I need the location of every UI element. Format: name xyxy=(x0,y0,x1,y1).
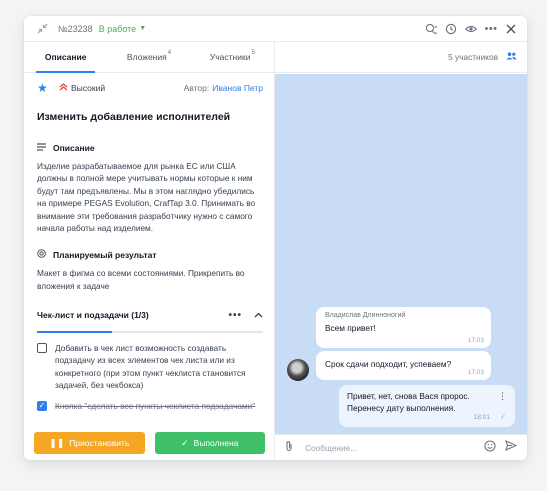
checklist-item-text[interactable]: Добавить в чек лист возможность создават… xyxy=(55,342,263,391)
task-window: №23238 В работе ▼ ••• Описание Вложения … xyxy=(24,16,527,460)
checkbox[interactable] xyxy=(37,343,47,354)
checklist-item: Добавить в чек лист возможность создават… xyxy=(37,342,263,391)
checklist-item: ✓ Кнопка "сделать все пункты чеклиста по… xyxy=(37,400,263,413)
action-buttons: ❚❚ Приостановить ✓ Выполнена xyxy=(24,432,275,460)
checklist-item-text[interactable]: Кнопка "сделать все пункты чеклиста подз… xyxy=(55,400,263,413)
tab-participants[interactable]: Участники 5 xyxy=(191,42,274,72)
message-text: Срок сдачи подходит, успеваем? xyxy=(325,359,452,369)
message-list[interactable]: Владислав Длинноногий Всем привет! 17:03… xyxy=(275,74,527,434)
chat-header: 5 участников xyxy=(275,42,527,73)
tab-description[interactable]: Описание xyxy=(24,42,107,73)
message-bubble-own[interactable]: Привет, нет, снова Вася пророс. Перенесу… xyxy=(339,385,515,427)
message-input[interactable]: Сообщение... xyxy=(305,443,357,453)
result-heading: Планируемый результат xyxy=(37,246,263,263)
people-icon[interactable] xyxy=(506,52,517,62)
chat-bubbles-icon[interactable] xyxy=(425,23,437,35)
message-time: 17:03 xyxy=(467,337,484,344)
tab-count: 5 xyxy=(251,50,255,56)
top-bar: №23238 В работе ▼ ••• xyxy=(24,16,527,42)
status-dropdown[interactable]: В работе xyxy=(99,24,137,34)
text-lines-icon xyxy=(37,142,48,153)
tab-label: Вложения xyxy=(126,52,167,62)
star-icon[interactable]: ★ xyxy=(37,81,51,95)
more-icon[interactable]: ••• xyxy=(228,310,242,321)
avatar[interactable] xyxy=(287,359,309,381)
checklist-title: Чек-лист и подзадачи (1/3) xyxy=(37,310,149,321)
message-bubble[interactable]: Владислав Длинноногий Всем привет! 17:03 xyxy=(316,307,491,348)
checkmark-icon: ✓ xyxy=(181,437,189,448)
complete-label: Выполнена xyxy=(193,438,239,448)
more-icon[interactable]: ••• xyxy=(484,23,497,35)
author-link[interactable]: Иванов Петр xyxy=(212,83,263,93)
task-meta: ★ Высокий Автор: Иванов Петр xyxy=(37,74,263,101)
message-sender: Владислав Длинноногий xyxy=(325,312,406,319)
message-bubble[interactable]: Срок сдачи подходит, успеваем? 17:03 xyxy=(316,351,491,380)
emoji-icon[interactable] xyxy=(484,440,496,455)
message-composer: Сообщение... xyxy=(275,434,527,460)
task-content[interactable]: ★ Высокий Автор: Иванов Петр Изменить до… xyxy=(24,74,275,413)
priority-icon xyxy=(59,82,68,93)
priority-label[interactable]: Высокий xyxy=(71,83,105,93)
result-text[interactable]: Макет в фигма со всеми состояниями. Прик… xyxy=(37,267,263,292)
collapse-icon[interactable] xyxy=(36,23,48,35)
paperclip-icon[interactable] xyxy=(285,440,299,455)
tab-bar: Описание Вложения 4 Участники 5 xyxy=(24,42,274,73)
chevron-up-icon[interactable] xyxy=(254,310,263,320)
message-text: Привет, нет, снова Вася пророс. Перенесу… xyxy=(347,391,470,413)
tab-attachments[interactable]: Вложения 4 xyxy=(107,42,190,72)
task-id: №23238 xyxy=(58,23,93,34)
message-time: 18:01 xyxy=(473,413,490,421)
tab-count: 4 xyxy=(167,50,172,56)
message-text: Всем привет! xyxy=(325,323,376,333)
pause-button[interactable]: ❚❚ Приостановить xyxy=(34,432,145,454)
chevron-down-icon[interactable]: ▼ xyxy=(139,25,146,32)
section-title: Планируемый результат xyxy=(53,249,157,260)
progress-fill xyxy=(37,331,112,334)
participants-count[interactable]: 5 участников xyxy=(448,52,498,62)
eye-icon[interactable] xyxy=(465,23,477,35)
chat-panel: 5 участников Владислав Длинноногий Всем … xyxy=(275,42,527,460)
checklist-header: Чек-лист и подзадачи (1/3) ••• xyxy=(37,307,263,323)
message-time: 17:03 xyxy=(467,369,484,376)
section-title: Описание xyxy=(53,142,95,153)
checklist-progress xyxy=(37,331,263,334)
tab-label: Описание xyxy=(44,52,87,62)
pause-icon: ❚❚ xyxy=(49,437,65,448)
read-check-icon: ✓ xyxy=(500,413,506,421)
checkbox-checked[interactable]: ✓ xyxy=(37,401,47,412)
complete-button[interactable]: ✓ Выполнена xyxy=(154,432,265,454)
target-icon xyxy=(37,249,48,260)
description-text[interactable]: Изделие разрабатываемое для рынка ЕС или… xyxy=(37,160,263,234)
message-menu-icon[interactable]: ⋮ xyxy=(498,391,507,403)
tab-label: Участники xyxy=(209,52,251,62)
send-icon[interactable] xyxy=(505,439,518,455)
author-label: Автор: xyxy=(183,82,210,93)
close-icon[interactable] xyxy=(505,23,517,35)
description-heading: Описание xyxy=(37,139,263,156)
task-title[interactable]: Изменить добавление исполнителей xyxy=(37,111,263,135)
history-icon[interactable] xyxy=(445,23,457,35)
task-panel: Описание Вложения 4 Участники 5 ★ Высокий … xyxy=(24,42,275,460)
pause-label: Приостановить xyxy=(69,438,130,448)
